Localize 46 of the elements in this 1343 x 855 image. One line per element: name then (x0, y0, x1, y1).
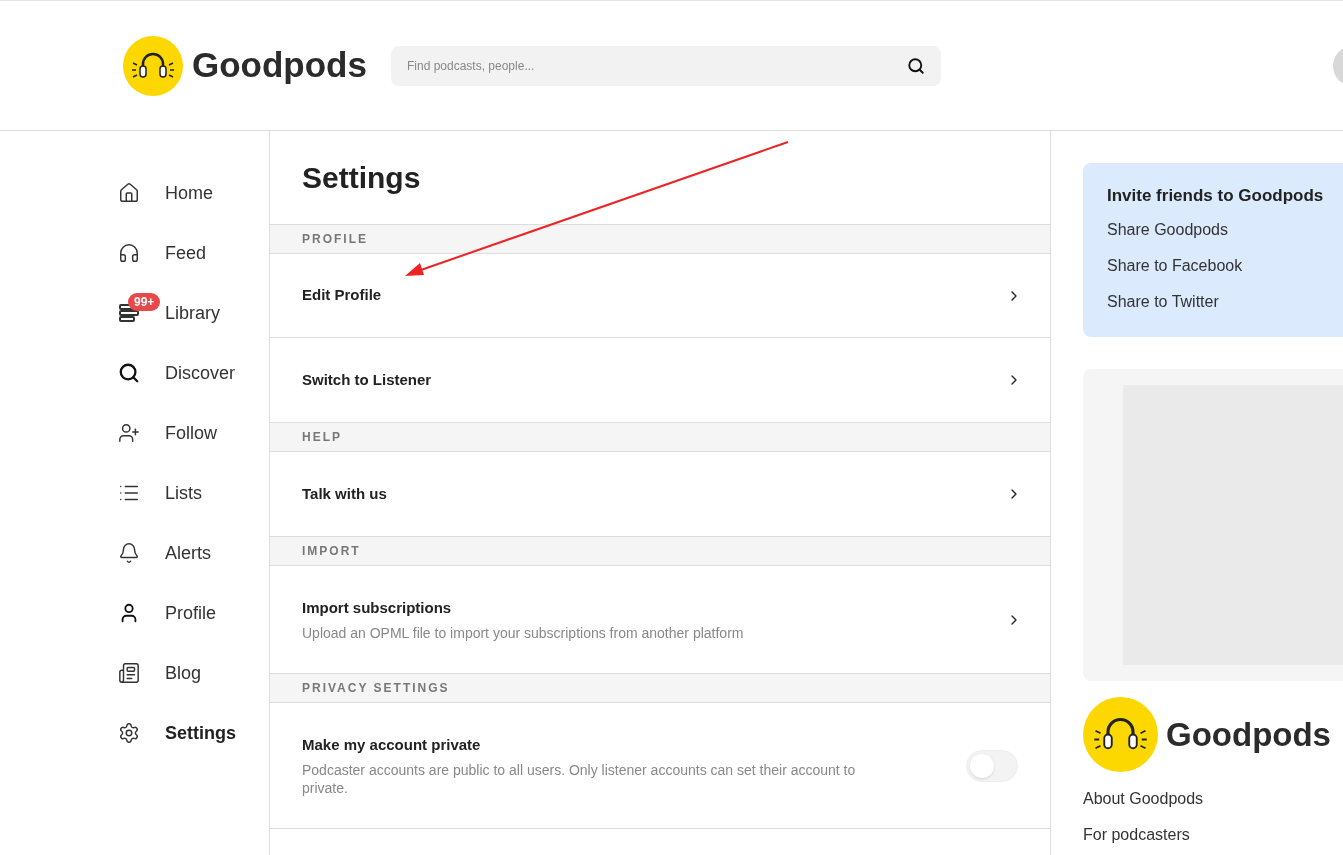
newspaper-icon (118, 662, 140, 684)
brand-name[interactable]: Goodpods (192, 39, 367, 92)
search-icon[interactable] (906, 56, 925, 75)
nav-item[interactable]: Alerts (118, 523, 269, 583)
nav-item[interactable]: Blog (118, 643, 269, 703)
nav-item[interactable]: 99+ Library (118, 283, 269, 343)
nav-item[interactable]: Feed (118, 223, 269, 283)
setting-title: Make my account private (302, 735, 482, 756)
nav-item[interactable]: Discover (118, 343, 269, 403)
nav-item[interactable]: Lists (118, 463, 269, 523)
page-title: Settings (302, 160, 421, 196)
section-heading: PRIVACY SETTINGS (302, 680, 450, 697)
logo-icon (1083, 697, 1158, 772)
card-title: Invite friends to Goodpods (1107, 185, 1325, 207)
toggle-switch[interactable] (966, 749, 1018, 782)
nav-item[interactable]: Profile (118, 583, 269, 643)
settings-row[interactable]: Talk with us (270, 452, 1050, 536)
footer-link[interactable]: For podcasters (1083, 824, 1343, 846)
settings-row[interactable]: Import subscriptions Upload an OPML file to import your subscriptions from another platform (270, 566, 1050, 673)
section-heading: HELP (302, 429, 342, 446)
settings-icon (118, 722, 140, 744)
logo-icon (123, 35, 183, 96)
nav-item[interactable]: Home (118, 163, 269, 223)
nav-item[interactable]: Follow (118, 403, 269, 463)
brand-name[interactable]: Goodpods (1166, 709, 1331, 760)
footer-link[interactable]: About Goodpods (1083, 788, 1343, 810)
section-heading: PROFILE (302, 231, 368, 248)
setting-title: Import subscriptions (302, 598, 453, 619)
count-badge: 99+ (128, 293, 161, 311)
bell-icon (118, 542, 140, 564)
search-field[interactable]: Find podcasts, people... (390, 45, 941, 86)
share-link[interactable]: Share to Facebook (1107, 254, 1343, 277)
settings-row[interactable]: Switch to Listener (270, 338, 1050, 422)
user-plus-icon (118, 422, 140, 444)
setting-title: Switch to Listener (302, 369, 433, 390)
setting-title: Talk with us (302, 483, 388, 504)
section-heading: IMPORT (302, 543, 361, 560)
headphones-icon (118, 242, 140, 264)
setting-title: Edit Profile (302, 285, 383, 306)
nav-item[interactable]: Settings (118, 703, 269, 763)
share-link[interactable]: Share Goodpods (1107, 218, 1343, 241)
setting-description: Upload an OPML file to import your subscriptions from another platform (302, 623, 745, 642)
share-link[interactable]: Share to Twitter (1107, 290, 1343, 313)
home-icon (118, 182, 140, 204)
setting-description: Podcaster accounts are public to all users. Only listener accounts can set their account to private. (302, 760, 857, 797)
search-icon (118, 362, 140, 384)
